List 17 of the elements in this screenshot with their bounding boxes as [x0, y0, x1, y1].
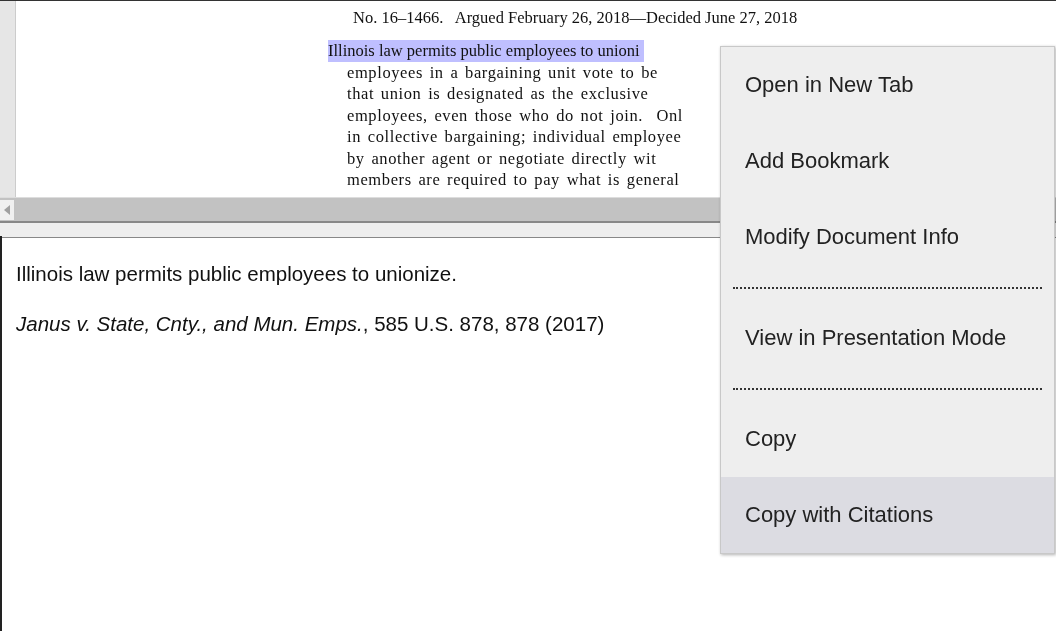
highlighted-text: Illinois law permits public employees to unioni [328, 40, 644, 62]
quote-text: Illinois law permits public employees to unionize. [16, 262, 457, 286]
document-text: in collective bargaining; individual employee [347, 126, 682, 148]
menu-item[interactable]: Modify Document Info [721, 199, 1054, 275]
left-arrow-icon[interactable] [4, 204, 10, 215]
citation-text: Janus v. State, Cnty., and Mun. Emps., 585 U.S. 878, 878 (2017) [16, 312, 605, 336]
document-text: by another agent or negotiate directly wit [347, 147, 657, 169]
menu-item[interactable]: View in Presentation Mode [721, 300, 1054, 376]
document-text: members are required to pay what is general [347, 169, 680, 191]
menu-item[interactable]: Open in New Tab [721, 47, 1054, 123]
document-text: employees in a bargaining unit vote to be [347, 61, 658, 83]
menu-item[interactable]: Add Bookmark [721, 123, 1054, 199]
menu-item[interactable]: Copy [721, 401, 1054, 477]
case-header: No. 16–1466. Argued February 26, 2018—Decided June 27, 2018 [353, 7, 799, 29]
document-text: employees, even those who do not join. Onl [347, 104, 683, 126]
document-text: that union is designated as the exclusive [347, 83, 649, 105]
menu-item[interactable]: Copy with Citations [721, 477, 1054, 553]
